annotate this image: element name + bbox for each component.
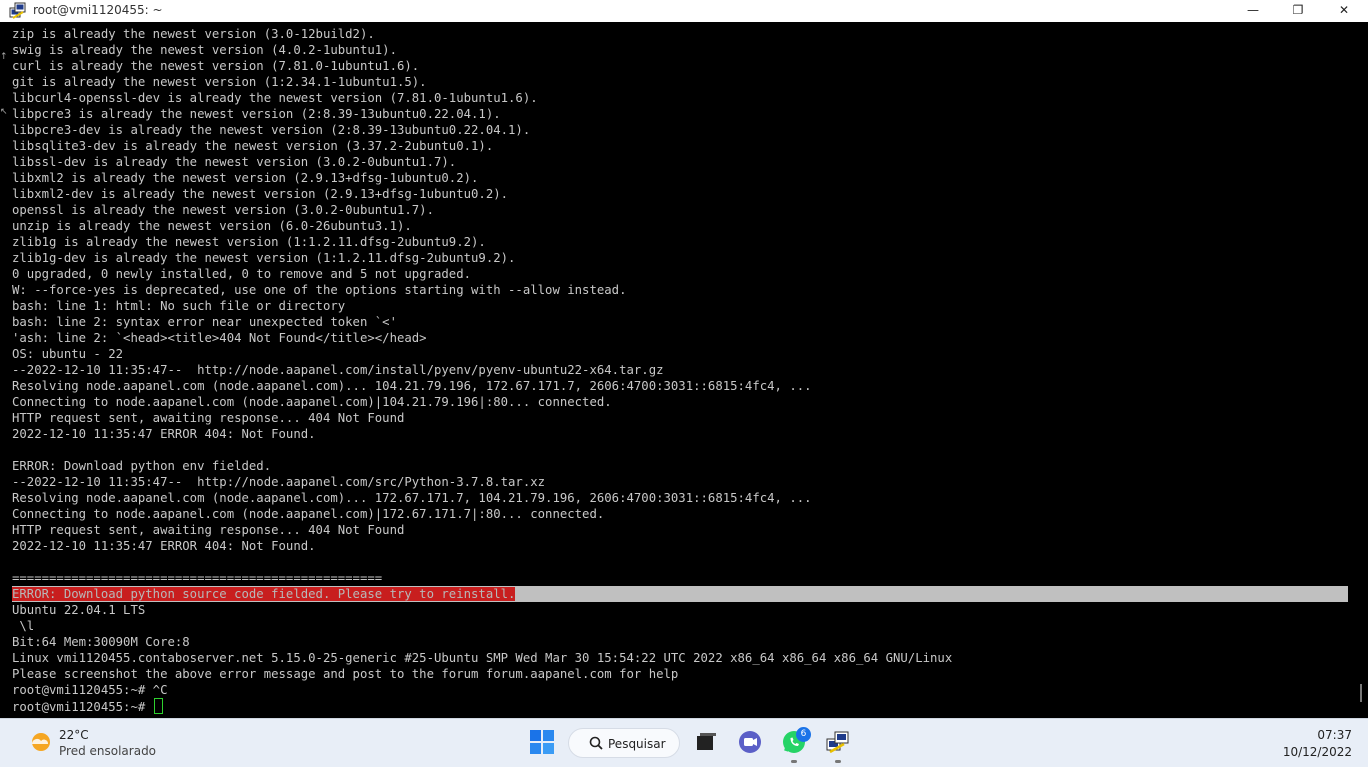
- terminal-line: Connecting to node.aapanel.com (node.aap…: [12, 507, 605, 521]
- terminal-line: libsqlite3-dev is already the newest ver…: [12, 139, 494, 153]
- putty-running-indicator: [835, 760, 841, 763]
- terminal-line: root@vmi1120455:~# ^C: [12, 683, 168, 697]
- terminal-line: Bit:64 Mem:30090M Core:8: [12, 635, 190, 649]
- whatsapp-running-indicator: [791, 760, 797, 763]
- terminal-line: libpcre3-dev is already the newest versi…: [12, 123, 531, 137]
- error-message: ERROR: Download python source code field…: [12, 587, 516, 601]
- restore-button[interactable]: ❐: [1275, 0, 1321, 22]
- terminal-line: HTTP request sent, awaiting response... …: [12, 411, 405, 425]
- terminal-line: openssl is already the newest version (3…: [12, 203, 434, 217]
- terminal-line: libcurl4-openssl-dev is already the newe…: [12, 91, 538, 105]
- text-cursor: [153, 698, 163, 714]
- terminal-line: Resolving node.aapanel.com (node.aapanel…: [12, 379, 812, 393]
- terminal-line: libpcre3 is already the newest version (…: [12, 107, 501, 121]
- shell-prompt: root@vmi1120455:~#: [12, 700, 153, 714]
- terminal-line: bash: line 2: syntax error near unexpect…: [12, 315, 397, 329]
- terminal-line: bash: line 1: html: No such file or dire…: [12, 299, 346, 313]
- terminal-line: zlib1g is already the newest version (1:…: [12, 235, 486, 249]
- terminal-line: libssl-dev is already the newest version…: [12, 155, 457, 169]
- terminal-line: zlib1g-dev is already the newest version…: [12, 251, 516, 265]
- terminal-line: W: --force-yes is deprecated, use one of…: [12, 283, 627, 297]
- clock-date[interactable]: 10/12/2022: [1283, 745, 1352, 759]
- windows-start-icon[interactable]: [528, 728, 556, 756]
- terminal-line: Resolving node.aapanel.com (node.aapanel…: [12, 491, 812, 505]
- terminal-line: libxml2 is already the newest version (2…: [12, 171, 479, 185]
- terminal-area[interactable]: ↑ ↖ zip is already the newest version (3…: [0, 22, 1368, 718]
- terminal-line: OS: ubuntu - 22: [12, 347, 124, 361]
- terminal-line: \l: [12, 619, 35, 633]
- partly-sunny-weather-icon[interactable]: [29, 730, 53, 754]
- terminal-line: --2022-12-10 11:35:47-- http://node.aapa…: [12, 475, 546, 489]
- terminal-line: Ubuntu 22.04.1 LTS: [12, 603, 146, 617]
- terminal-line: git is already the newest version (1:2.3…: [12, 75, 427, 89]
- terminal-line: ERROR: Download python env fielded.: [12, 459, 272, 473]
- terminal-line: 2022-12-10 11:35:47 ERROR 404: Not Found…: [12, 539, 316, 553]
- terminal-line: unzip is already the newest version (6.0…: [12, 219, 412, 233]
- terminal-line: Connecting to node.aapanel.com (node.aap…: [12, 395, 612, 409]
- teams-chat-icon[interactable]: [736, 728, 764, 756]
- window-titlebar: root@vmi1120455: ~ — ❐ ✕: [0, 0, 1368, 22]
- terminal-line: ========================================…: [12, 571, 383, 585]
- terminal-line: 'ash: line 2: `<head><title>404 Not Foun…: [12, 331, 427, 345]
- windows-taskbar: 22°C Pred ensolarado Pesquisar 6 07:37 1…: [0, 718, 1368, 767]
- terminal-line: zip is already the newest version (3.0-1…: [12, 27, 375, 41]
- whatsapp-notification-badge: 6: [796, 727, 811, 742]
- error-highlight-line: ERROR: Download python source code field…: [12, 586, 1348, 602]
- terminal-output: zip is already the newest version (3.0-1…: [12, 26, 1348, 714]
- task-view-icon[interactable]: [691, 728, 719, 756]
- putty-taskbar-icon[interactable]: [824, 728, 852, 756]
- terminal-line: 2022-12-10 11:35:47 ERROR 404: Not Found…: [12, 427, 316, 441]
- terminal-line: --2022-12-10 11:35:47-- http://node.aapa…: [12, 363, 664, 377]
- terminal-line: Linux vmi1120455.contaboserver.net 5.15.…: [12, 651, 953, 665]
- weather-temperature[interactable]: 22°C: [59, 728, 89, 742]
- prompt-line[interactable]: root@vmi1120455:~#: [12, 698, 1348, 714]
- close-button[interactable]: ✕: [1321, 0, 1367, 22]
- search-icon: [589, 736, 603, 750]
- terminal-line: curl is already the newest version (7.81…: [12, 59, 420, 73]
- left-edge-marker: ↖: [0, 107, 8, 117]
- left-edge-marker: ↑: [0, 52, 8, 62]
- terminal-line: Please screenshot the above error messag…: [12, 667, 679, 681]
- minimize-button[interactable]: —: [1230, 0, 1276, 22]
- terminal-line: libxml2-dev is already the newest versio…: [12, 187, 509, 201]
- terminal-scrollbar[interactable]: [1355, 22, 1368, 718]
- clock-time[interactable]: 07:37: [1317, 728, 1352, 742]
- window-title: root@vmi1120455: ~: [33, 3, 163, 17]
- taskbar-search-box[interactable]: Pesquisar: [568, 728, 680, 758]
- terminal-line: swig is already the newest version (4.0.…: [12, 43, 397, 57]
- scrollbar-thumb[interactable]: [1360, 684, 1362, 702]
- weather-condition[interactable]: Pred ensolarado: [59, 744, 156, 758]
- search-label: Pesquisar: [608, 737, 666, 751]
- putty-app-icon: [9, 2, 26, 19]
- terminal-line: 0 upgraded, 0 newly installed, 0 to remo…: [12, 267, 472, 281]
- terminal-line: HTTP request sent, awaiting response... …: [12, 523, 405, 537]
